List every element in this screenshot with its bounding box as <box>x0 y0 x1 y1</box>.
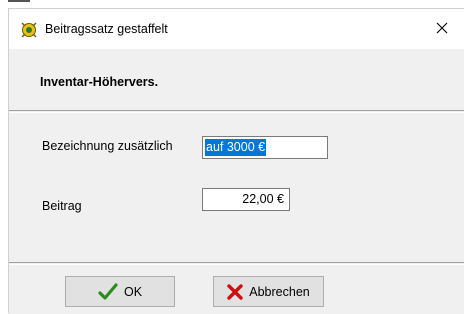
beitrag-value: 22,00 € <box>242 192 284 206</box>
title-bar[interactable]: Beitragssatz gestaffelt <box>9 9 464 49</box>
ok-button[interactable]: OK <box>65 276 175 307</box>
dialog-header: Inventar-Höhervers. <box>9 49 464 111</box>
bezeichnung-value: auf 3000 € <box>205 139 267 156</box>
window-title: Beitragssatz gestaffelt <box>45 22 168 36</box>
bezeichnung-label: Bezeichnung zusätzlich <box>42 139 173 153</box>
beitrag-input[interactable]: 22,00 € <box>202 188 290 211</box>
button-bar: OK Abbrechen <box>9 264 464 314</box>
close-button[interactable] <box>419 9 464 49</box>
cancel-button[interactable]: Abbrechen <box>213 276 324 307</box>
checkmark-icon <box>98 282 118 301</box>
dialog-window: Beitragssatz gestaffelt Inventar-Höherve… <box>8 8 464 314</box>
ok-button-label: OK <box>123 284 143 299</box>
bezeichnung-input[interactable]: auf 3000 € <box>202 136 328 159</box>
header-title: Inventar-Höhervers. <box>40 75 159 89</box>
beitrag-label: Beitrag <box>42 199 82 213</box>
close-icon <box>436 22 448 37</box>
x-icon <box>227 283 243 300</box>
cancel-button-label: Abbrechen <box>249 284 310 299</box>
app-icon <box>21 22 37 38</box>
background-window-edge <box>8 0 30 6</box>
form-panel: Bezeichnung zusätzlich auf 3000 € Beitra… <box>9 112 464 263</box>
